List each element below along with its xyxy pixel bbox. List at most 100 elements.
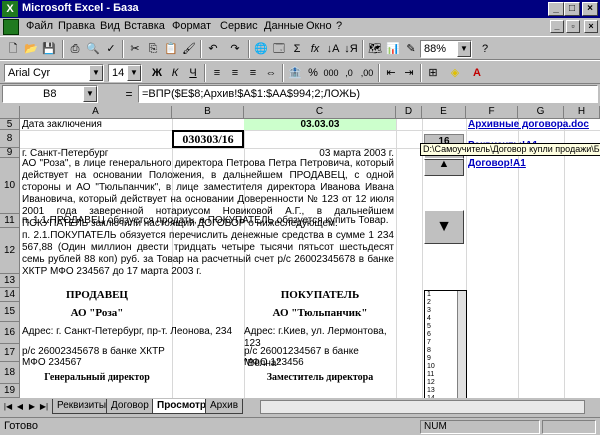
formula-input[interactable]: =ВПР($E$8;Архив!$A$1:$AA$994;2;ЛОЖЬ) bbox=[138, 85, 598, 103]
name-box[interactable]: B8 ▼ bbox=[2, 85, 98, 103]
bold-button[interactable]: Ж bbox=[148, 64, 166, 82]
font-color-icon[interactable]: A bbox=[468, 64, 486, 82]
spinner-down-button[interactable]: ▼ bbox=[424, 210, 464, 244]
edit-formula-button[interactable]: = bbox=[122, 86, 136, 102]
row-header-12[interactable]: 12 bbox=[0, 228, 20, 274]
row-header-15[interactable]: 15 bbox=[0, 302, 20, 322]
row-header-19[interactable]: 19 bbox=[0, 384, 20, 398]
column-header-a[interactable]: A bbox=[20, 106, 172, 119]
workbook-icon[interactable] bbox=[3, 19, 19, 35]
cell-date-value[interactable]: 03.03.03 bbox=[244, 119, 396, 130]
font-size-select[interactable]: 14 ▼ bbox=[108, 64, 142, 82]
currency-icon[interactable]: 🏦 bbox=[286, 64, 304, 82]
open-icon[interactable]: 📂 bbox=[22, 40, 40, 58]
increase-decimal-icon[interactable]: ,0 bbox=[340, 64, 358, 82]
cell-seller-name[interactable]: АО "Роза" bbox=[22, 307, 172, 319]
cell-seller-header[interactable]: ПРОДАВЕЦ bbox=[22, 289, 172, 301]
row-header-16[interactable]: 16 bbox=[0, 322, 20, 344]
cell-b8-contract-number[interactable]: 030303/16 bbox=[172, 130, 244, 148]
chevron-down-icon[interactable]: ▼ bbox=[457, 41, 471, 57]
cell-buyer-signatory[interactable]: Заместитель директора bbox=[244, 372, 396, 384]
column-header-h[interactable]: H bbox=[564, 106, 600, 119]
row-header-18[interactable]: 18 bbox=[0, 362, 20, 384]
decrease-indent-icon[interactable]: ⇤ bbox=[382, 64, 400, 82]
merge-center-icon[interactable]: ⇔ bbox=[262, 64, 280, 82]
new-icon[interactable]: 🗋 bbox=[4, 40, 22, 58]
menu-view[interactable]: Вид bbox=[100, 20, 120, 32]
percent-icon[interactable]: % bbox=[304, 64, 322, 82]
menu-edit[interactable]: Правка bbox=[58, 20, 95, 32]
save-icon[interactable]: 💾 bbox=[40, 40, 58, 58]
sheet-tab-preview[interactable]: Просмотр bbox=[152, 399, 211, 414]
column-header-f[interactable]: F bbox=[466, 106, 518, 119]
zoom-select[interactable]: 88% ▼ bbox=[420, 40, 472, 58]
spelling-icon[interactable]: ✓ bbox=[102, 40, 120, 58]
row-header-5[interactable]: 5 bbox=[0, 119, 20, 130]
align-center-icon[interactable]: ≡ bbox=[226, 64, 244, 82]
font-name-select[interactable]: Arial Cyr ▼ bbox=[4, 64, 104, 82]
menu-file[interactable]: Файл bbox=[26, 20, 53, 32]
last-sheet-icon[interactable]: ▶| bbox=[38, 400, 50, 413]
redo-icon[interactable]: ↷ bbox=[226, 40, 244, 58]
increase-indent-icon[interactable]: ⇥ bbox=[400, 64, 418, 82]
column-header-b[interactable]: B bbox=[172, 106, 244, 119]
menu-insert[interactable]: Вставка bbox=[124, 20, 165, 32]
contract-number-listbox[interactable]: 1234567891011121314151617 bbox=[424, 290, 467, 398]
paste-icon[interactable]: 📋 bbox=[162, 40, 180, 58]
select-all-corner[interactable] bbox=[0, 106, 20, 119]
sort-desc-icon[interactable]: ↓Я bbox=[342, 40, 360, 58]
row-header-11[interactable]: 11 bbox=[0, 214, 20, 228]
underline-button[interactable]: Ч bbox=[184, 64, 202, 82]
menu-tools[interactable]: Сервис bbox=[220, 20, 258, 32]
cell-buyer-bank-mfo[interactable]: МФО 123456 bbox=[244, 357, 396, 369]
menu-format[interactable]: Формат bbox=[172, 20, 211, 32]
web-toolbar-icon[interactable]: 🗔 bbox=[270, 40, 288, 58]
print-icon[interactable]: ⎙ bbox=[66, 40, 84, 58]
decrease-decimal-icon[interactable]: ,00 bbox=[358, 64, 376, 82]
chevron-down-icon[interactable]: ▼ bbox=[89, 65, 103, 81]
undo-icon[interactable]: ↶ bbox=[204, 40, 222, 58]
sheet-tab-contract[interactable]: Договор bbox=[106, 399, 154, 414]
link-archive-doc[interactable]: Архивные договора.doc bbox=[468, 119, 598, 131]
row-header-9[interactable]: 9 bbox=[0, 148, 20, 158]
align-right-icon[interactable]: ≡ bbox=[244, 64, 262, 82]
copy-icon[interactable]: ⎘ bbox=[144, 40, 162, 58]
column-header-g[interactable]: G bbox=[518, 106, 564, 119]
row-header-17[interactable]: 17 bbox=[0, 344, 20, 362]
align-left-icon[interactable]: ≡ bbox=[208, 64, 226, 82]
minimize-button[interactable]: _ bbox=[548, 2, 564, 16]
fill-color-icon[interactable]: ◈ bbox=[446, 64, 464, 82]
cell-buyer-name[interactable]: АО "Тюльпанчик" bbox=[244, 307, 396, 319]
listbox-scrollbar[interactable] bbox=[457, 291, 466, 398]
doc-restore-button[interactable]: ▫ bbox=[566, 20, 580, 33]
row-header-14[interactable]: 14 bbox=[0, 288, 20, 302]
worksheet-grid[interactable]: A B C D E F G H 5 8 9 10 11 12 13 14 15 … bbox=[0, 106, 600, 398]
cell-buyer-header[interactable]: ПОКУПАТЕЛЬ bbox=[244, 289, 396, 301]
doc-close-button[interactable]: × bbox=[584, 20, 598, 33]
hyperlink-icon[interactable]: 🌐 bbox=[252, 40, 270, 58]
autosum-icon[interactable]: Σ bbox=[288, 40, 306, 58]
borders-icon[interactable]: ⊞ bbox=[424, 64, 442, 82]
cell-seller-bank-mfo[interactable]: МФО 234567 bbox=[22, 357, 172, 369]
column-header-e[interactable]: E bbox=[422, 106, 466, 119]
map-icon[interactable]: 🗺 bbox=[366, 40, 384, 58]
chart-wizard-icon[interactable]: 📊 bbox=[384, 40, 402, 58]
excel-app-icon[interactable]: X bbox=[2, 1, 18, 17]
drawing-icon[interactable]: ✎ bbox=[402, 40, 420, 58]
row-header-13[interactable]: 13 bbox=[0, 274, 20, 288]
sort-asc-icon[interactable]: ↓A bbox=[324, 40, 342, 58]
horizontal-scrollbar[interactable] bbox=[260, 400, 585, 414]
italic-button[interactable]: К bbox=[166, 64, 184, 82]
chevron-down-icon[interactable]: ▼ bbox=[83, 86, 97, 102]
cell-contract-preamble[interactable]: АО "Роза", в лице генерального директора… bbox=[22, 158, 394, 229]
comma-style-icon[interactable]: 000 bbox=[322, 64, 340, 82]
function-icon[interactable]: fx bbox=[306, 40, 324, 58]
cell-clause-1-1[interactable]: п. 1.1.ПРОДАВЕЦ обязуется продать, а ПОК… bbox=[22, 215, 394, 228]
menu-help[interactable]: ? bbox=[336, 20, 342, 32]
cell-date-label[interactable]: Дата заключения bbox=[22, 119, 172, 130]
cell-seller-signatory[interactable]: Генеральный директор bbox=[22, 372, 172, 384]
cell-clause-2-1[interactable]: п. 2.1.ПОКУПАТЕЛЬ обязуется перечислить … bbox=[22, 230, 394, 277]
menu-data[interactable]: Данные bbox=[264, 20, 304, 32]
column-header-d[interactable]: D bbox=[396, 106, 422, 119]
preview-icon[interactable]: 🔍 bbox=[84, 40, 102, 58]
